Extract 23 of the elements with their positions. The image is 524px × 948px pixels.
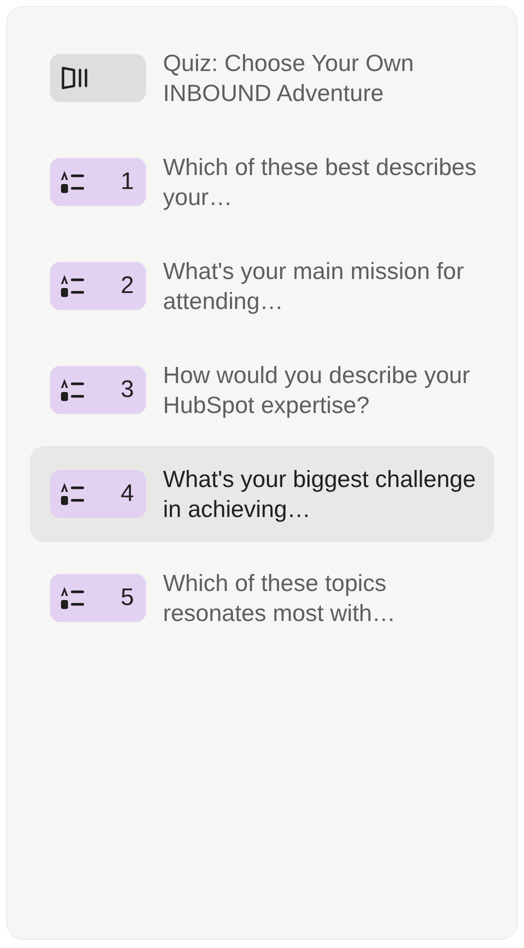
item-title: Quiz: Choose Your Own INBOUND Adventure [163, 49, 415, 108]
question-number: 4 [120, 480, 134, 508]
item-title: What's your main mission for attending… [163, 257, 465, 316]
item-title: Which of these topics resonates most with… [163, 569, 396, 628]
choice-list-icon [60, 378, 86, 402]
quiz-item[interactable]: 2 What's your main mission for attending… [30, 238, 494, 334]
quiz-item[interactable]: 4 What's your biggest challenge in achieving… [30, 446, 494, 542]
slides-icon [60, 65, 90, 91]
quiz-item[interactable]: 3 How would you describe your HubSpot expertise? [30, 342, 494, 438]
choice-list-icon [60, 274, 86, 298]
item-title: What's your biggest challenge in achieving… [163, 465, 477, 524]
quiz-item[interactable]: 5 Which of these topics resonates most with… [30, 550, 494, 646]
question-number: 2 [120, 272, 134, 300]
choice-list-icon [60, 482, 86, 506]
item-title: Which of these best describes your… [163, 153, 478, 212]
choice-list-icon [60, 170, 86, 194]
item-title: How would you describe your HubSpot expertise? [163, 361, 471, 420]
quiz-item[interactable]: 1 Which of these best describes your… [30, 134, 494, 230]
quiz-item[interactable]: Quiz: Choose Your Own INBOUND Adventure [30, 30, 494, 126]
question-number: 5 [120, 584, 134, 612]
question-number: 1 [120, 168, 134, 196]
question-number: 3 [120, 376, 134, 404]
choice-list-icon [60, 586, 86, 610]
